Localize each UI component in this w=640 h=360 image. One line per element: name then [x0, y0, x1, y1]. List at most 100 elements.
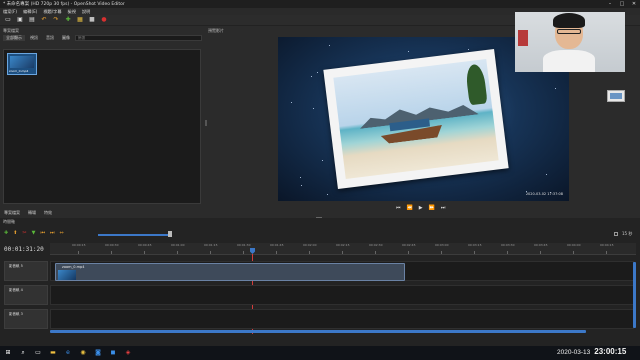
ruler-tick-label: 00:02:30 — [369, 243, 383, 247]
clip-thumbnail — [58, 270, 76, 280]
beach-photo — [333, 58, 499, 180]
next-marker-icon[interactable]: ⏭ — [50, 231, 55, 236]
add-track-icon[interactable]: ✚ — [4, 231, 8, 236]
filter-image-tab[interactable]: 圖像 — [59, 35, 73, 41]
track-body[interactable]: zoom_0.mp4 — [50, 261, 634, 281]
ruler-tick-mark — [573, 251, 574, 254]
file-thumbnail — [10, 56, 34, 68]
palm-shape — [464, 63, 488, 106]
ruler-tick-label: 00:01:45 — [270, 243, 284, 247]
red-object-shape — [518, 30, 528, 46]
jump-start-button[interactable]: ⏮ — [396, 205, 401, 211]
filter-all-tab[interactable]: 全部顯示 — [3, 35, 25, 41]
ruler-tick-label: 00:03:00 — [435, 243, 449, 247]
side-thumbnail — [607, 90, 625, 102]
file-explorer-icon[interactable]: ▬ — [49, 349, 57, 357]
star-dot — [329, 45, 330, 46]
ruler-tick-mark — [78, 251, 79, 254]
ruler-tick-mark — [507, 251, 508, 254]
fast-forward-button[interactable]: ⏩ — [429, 205, 435, 211]
ruler-tick-mark — [441, 251, 442, 254]
jump-end-button[interactable]: ⏭ — [441, 205, 446, 211]
snapping-icon[interactable]: ⬆ — [13, 231, 17, 236]
rewind-button[interactable]: ⏪ — [407, 205, 413, 211]
track-label[interactable]: 影音軌 3 — [4, 309, 48, 329]
star-dot — [311, 76, 312, 77]
zoom-slider-handle[interactable] — [168, 231, 172, 237]
previous-marker-icon[interactable]: ⏮ — [40, 231, 45, 236]
filter-audio-tab[interactable]: 音訊 — [43, 35, 57, 41]
task-view-icon[interactable]: ▭ — [34, 349, 42, 357]
timeline-vertical-scrollbar[interactable] — [633, 262, 636, 328]
star-dot — [291, 102, 292, 103]
menu-file[interactable]: 檔案(F) — [3, 9, 17, 15]
zoom-app-icon[interactable]: ◙ — [94, 349, 102, 357]
taskbar-clock[interactable]: 2020-03-13 23:00:15 — [557, 347, 626, 356]
current-time-display: 00:01:31:20 — [4, 246, 44, 253]
chrome-icon[interactable]: ◉ — [79, 349, 87, 357]
taskbar-time: 23:00:15 — [594, 347, 627, 356]
ruler-tick-mark — [474, 251, 475, 254]
timeline-clip[interactable]: zoom_0.mp4 — [55, 263, 405, 281]
profile-icon[interactable]: ▦ — [76, 16, 84, 24]
glasses-shape — [557, 29, 581, 34]
track-label[interactable]: 影音軌 5 — [4, 261, 48, 281]
track-body[interactable] — [50, 309, 634, 329]
start-icon[interactable]: ⊞ — [4, 349, 12, 357]
project-files-panel: 專案檔案 全部顯示 視訊 音訊 圖像 篩選 zoom_0.mp4 — [0, 27, 205, 205]
filter-video-tab[interactable]: 視訊 — [27, 35, 41, 41]
tab-effects[interactable]: 特效 — [44, 210, 52, 216]
menu-title[interactable]: 標題/字幕 — [43, 9, 61, 15]
hair-shape — [553, 13, 585, 28]
undo-icon[interactable]: ↶ — [40, 16, 48, 24]
star-dot — [546, 174, 547, 175]
openshot-taskbar-icon[interactable]: ◈ — [124, 349, 132, 357]
timeline-option-checkbox[interactable] — [614, 232, 618, 236]
files-list[interactable]: zoom_0.mp4 — [3, 49, 201, 204]
timeline-horizontal-scrollbar[interactable] — [50, 330, 586, 333]
side-thumbnail-image — [610, 93, 622, 99]
timeline-ruler[interactable]: 00:00:15 00:00:30 00:00:45 00:01:00 00:01:15… — [50, 243, 636, 255]
export-video-icon[interactable]: ● — [100, 16, 108, 24]
ruler-tick-mark — [309, 251, 310, 254]
camera-icon[interactable]: ◼ — [109, 349, 117, 357]
add-marker-icon[interactable]: ▼ — [32, 231, 36, 236]
ruler-tick-label: 00:00:15 — [72, 243, 86, 247]
minimize-button[interactable]: – — [604, 0, 616, 8]
star-dot — [317, 72, 318, 73]
ruler-tick-label: 00:01:30 — [237, 243, 251, 247]
file-item[interactable]: zoom_0.mp4 — [7, 53, 37, 75]
open-project-icon[interactable]: ▣ — [16, 16, 24, 24]
track-label[interactable]: 影音軌 4 — [4, 285, 48, 305]
edge-icon[interactable]: e — [64, 349, 72, 357]
window-title: * 未命名專案 (HD 720p 30 fps) - OpenShot Vide… — [3, 2, 125, 7]
play-button[interactable]: ▶ — [419, 205, 423, 211]
tab-project-files[interactable]: 專案檔案 — [4, 210, 20, 216]
import-files-icon[interactable]: ✚ — [64, 16, 72, 24]
menu-help[interactable]: 說明 — [82, 9, 90, 15]
project-files-title: 專案檔案 — [3, 28, 19, 33]
star-dot — [468, 49, 469, 50]
menu-edit[interactable]: 編輯(E) — [23, 9, 37, 15]
star-dot — [555, 88, 556, 89]
taskbar-search-icon[interactable]: ⌕ — [19, 349, 27, 357]
ruler-tick-label: 00:03:45 — [534, 243, 548, 247]
filter-input[interactable]: 篩選 — [75, 35, 202, 41]
fullscreen-icon[interactable]: ■ — [88, 16, 96, 24]
new-project-icon[interactable]: ▭ — [4, 16, 12, 24]
center-timeline-icon[interactable]: ⇔ — [60, 231, 64, 236]
track-name: 影音軌 5 — [9, 264, 23, 268]
track-body[interactable] — [50, 285, 634, 305]
maximize-button[interactable]: □ — [616, 0, 628, 8]
close-button[interactable]: ✕ — [628, 0, 640, 8]
redo-icon[interactable]: ↷ — [52, 16, 60, 24]
zoom-slider[interactable] — [98, 234, 170, 236]
save-project-icon[interactable]: ▤ — [28, 16, 36, 24]
windows-taskbar: ⊞ ⌕ ▭ ▬ e ◉ ◙ ◼ ◈ — [0, 346, 640, 360]
razor-icon[interactable]: ✂ — [22, 231, 26, 236]
tab-transitions[interactable]: 轉場 — [28, 210, 36, 216]
preview-title: 預覽影片 — [208, 28, 224, 33]
menu-view[interactable]: 檢視 — [68, 9, 76, 15]
ruler-tick-label: 00:01:00 — [171, 243, 185, 247]
timeline-toolbar: ✚ ⬆ ✂ ▼ ⏮ ⏭ ⇔ — [4, 231, 64, 236]
